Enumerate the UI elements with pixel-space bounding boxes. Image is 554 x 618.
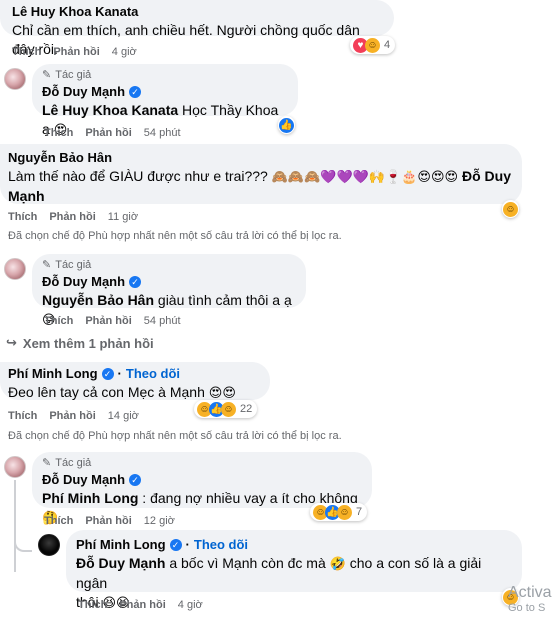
- reply-time[interactable]: 4 giờ: [178, 598, 203, 612]
- mention-tag[interactable]: Lê Huy Khoa Kanata: [42, 102, 178, 118]
- reply-action[interactable]: Phản hồi: [119, 598, 165, 612]
- like-reaction-icon: 👍: [279, 117, 294, 133]
- avatar[interactable]: [4, 258, 26, 280]
- heart-eyes-emoji: 😍😍: [208, 386, 236, 401]
- mention-tag[interactable]: Đỗ Duy: [462, 168, 511, 184]
- reply-time[interactable]: 54 phút: [144, 314, 181, 328]
- rofl-emoji: 🤣: [329, 557, 346, 572]
- see-more-replies-button[interactable]: ↪ Xem thêm 1 phản hồi: [6, 335, 154, 351]
- thread-connector: [14, 540, 32, 552]
- reaction-count: 22: [240, 403, 253, 415]
- care-reaction-icon: ☺: [503, 201, 518, 217]
- comment-bubble: Nguyễn Bảo Hân Làm thế nào để GIÀU được …: [0, 144, 522, 204]
- reaction-count: 7: [356, 506, 363, 518]
- filter-notice: Đã chọn chế độ Phù hợp nhất nên một số c…: [8, 430, 342, 442]
- reply-bubble: ✎ Tác giả Đỗ Duy Mạnh ✓ Nguyễn Bảo Hân gi…: [32, 254, 306, 328]
- like-action[interactable]: Thích: [8, 409, 37, 423]
- author-badge: ✎ Tác giả: [42, 457, 92, 469]
- reply-actions: Thích Phản hồi 54 phút: [44, 126, 181, 140]
- verified-badge-icon: ✓: [129, 85, 142, 98]
- thread-line: [14, 480, 16, 572]
- like-action[interactable]: Thích: [8, 210, 37, 224]
- mention-tag[interactable]: Đỗ Duy Mạnh: [76, 555, 165, 571]
- like-action[interactable]: Thích: [78, 598, 107, 612]
- reply-action[interactable]: Phản hồi: [53, 45, 99, 59]
- comment-actions: Thích Phản hồi 14 giờ: [8, 409, 139, 423]
- comment-actions: Thích Phản hồi 4 giờ: [12, 45, 137, 59]
- avatar[interactable]: [4, 68, 26, 90]
- verified-badge-icon: ✓: [129, 275, 142, 288]
- reaction-count: 4: [384, 39, 391, 51]
- mention-tag-continued[interactable]: Mạnh: [8, 187, 514, 206]
- comment-time[interactable]: 4 giờ: [112, 45, 137, 59]
- author-badge: ✎ Tác giả: [42, 69, 92, 81]
- like-action[interactable]: Thích: [44, 126, 73, 140]
- comment-actions: Thích Phản hồi 11 giờ: [8, 210, 138, 224]
- reply-actions: Thích Phản hồi 12 giờ: [44, 514, 175, 528]
- comment-bubble: Lê Huy Khoa Kanata Chỉ cần em thích, anh…: [0, 0, 394, 57]
- comment-time[interactable]: 14 giờ: [108, 409, 139, 423]
- reaction-summary[interactable]: ☺: [502, 200, 519, 218]
- care-reaction-icon: ☺: [337, 504, 352, 520]
- reply-action[interactable]: Phản hồi: [49, 210, 95, 224]
- filter-notice: Đã chọn chế độ Phù hợp nhất nên một số c…: [8, 230, 342, 242]
- reply-bubble: ✎ Tác giả Đỗ Duy Mạnh ✓ Lê Huy Khoa Kanat…: [32, 64, 298, 138]
- reply-author[interactable]: Phí Minh Long ✓ · Theo dõi: [76, 536, 248, 553]
- comment-author[interactable]: Phí Minh Long ✓ · Theo dõi: [8, 365, 180, 382]
- reaction-summary[interactable]: 👍: [278, 116, 295, 134]
- monkey-emoji-row: 🙈🙈🙈💜💜💜🙌🍷🎂😍😍😍: [271, 170, 459, 185]
- reply-actions: Thích Phản hồi 54 phút: [44, 314, 181, 328]
- reply-time[interactable]: 12 giờ: [144, 514, 175, 528]
- like-action[interactable]: Thích: [12, 45, 41, 59]
- mention-tag[interactable]: Phí Minh Long: [42, 490, 138, 506]
- reaction-summary[interactable]: ☺ 👍 ☺ 7: [310, 503, 368, 521]
- avatar[interactable]: [38, 534, 60, 556]
- reaction-summary[interactable]: ♥ ☺ 4: [350, 36, 396, 54]
- reply-action[interactable]: Phản hồi: [85, 126, 131, 140]
- follow-button[interactable]: Theo dõi: [194, 536, 248, 553]
- reply-text: Đỗ Duy Mạnh a bốc vì Mạnh còn đc mà 🤣 ch…: [76, 555, 482, 591]
- comment-time[interactable]: 11 giờ: [108, 210, 138, 224]
- reply-bubble: Phí Minh Long ✓ · Theo dõi Đỗ Duy Mạnh a bố…: [66, 530, 522, 611]
- like-action[interactable]: Thích: [44, 514, 73, 528]
- pencil-icon: ✎: [42, 457, 52, 469]
- reply-time[interactable]: 54 phút: [144, 126, 181, 140]
- reply-action[interactable]: Phản hồi: [85, 514, 131, 528]
- author-badge: ✎ Tác giả: [42, 259, 92, 271]
- verified-badge-icon: ✓: [129, 473, 142, 486]
- comment-author[interactable]: Lê Huy Khoa Kanata: [12, 3, 138, 20]
- reply-bubble: ✎ Tác giả Đỗ Duy Mạnh ✓ Phí Minh Long : đ…: [32, 452, 372, 526]
- haha-reaction-icon: ☺: [365, 37, 380, 53]
- comment-author[interactable]: Nguyễn Bảo Hân: [8, 149, 112, 166]
- reply-actions: Thích Phản hồi 4 giờ: [78, 598, 203, 612]
- activation-watermark: Activa Go to S: [508, 584, 552, 614]
- reply-author[interactable]: Đỗ Duy Mạnh ✓: [42, 273, 142, 290]
- verified-badge-icon: ✓: [169, 538, 182, 551]
- reply-author[interactable]: Đỗ Duy Mạnh ✓: [42, 83, 142, 100]
- verified-badge-icon: ✓: [101, 367, 114, 380]
- like-action[interactable]: Thích: [44, 314, 73, 328]
- reply-action[interactable]: Phản hồi: [85, 314, 131, 328]
- follow-button[interactable]: Theo dõi: [126, 365, 180, 382]
- reply-action[interactable]: Phản hồi: [49, 409, 95, 423]
- reaction-summary[interactable]: ☺ 👍 ☺ 22: [194, 400, 258, 418]
- avatar[interactable]: [4, 456, 26, 478]
- reply-arrow-icon: ↪: [6, 335, 17, 350]
- pencil-icon: ✎: [42, 259, 52, 271]
- reply-author[interactable]: Đỗ Duy Mạnh ✓: [42, 471, 142, 488]
- mention-tag[interactable]: Nguyễn Bảo Hân: [42, 292, 154, 308]
- comment-bubble: Phí Minh Long ✓ · Theo dõi Đeo lên tay cả c…: [0, 362, 270, 401]
- comment-text: Làm thế nào để GIÀU được như e trai??? 🙈…: [8, 168, 511, 185]
- pencil-icon: ✎: [42, 69, 52, 81]
- care-reaction-icon: ☺: [221, 401, 236, 417]
